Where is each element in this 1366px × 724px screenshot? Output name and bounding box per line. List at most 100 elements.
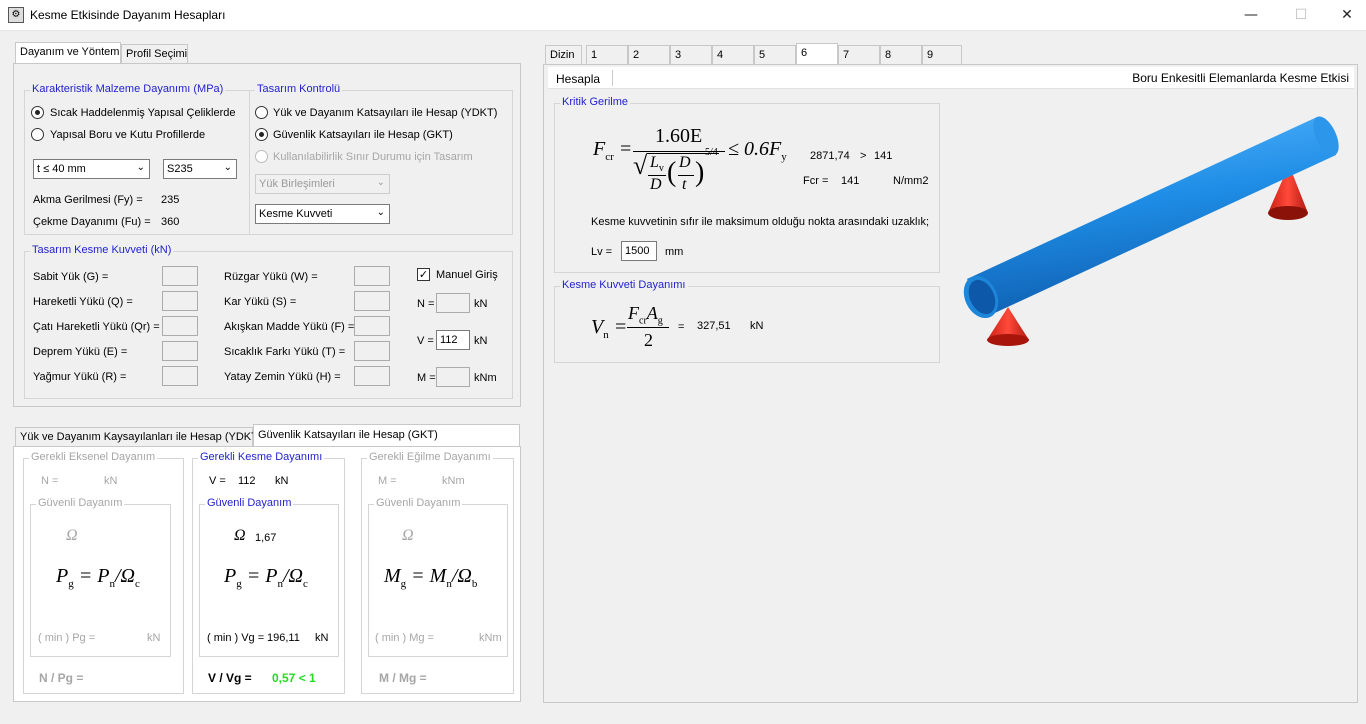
manual-entry-checkbox[interactable]: ✓	[417, 268, 430, 281]
axial-min-unit: kN	[147, 632, 161, 644]
bending-omega-symbol: Ω	[402, 527, 414, 544]
serviceability-radio[interactable]	[255, 150, 268, 163]
load-combination-value: Yük Birleşimleri	[259, 178, 335, 190]
axial-safe-title: Güvenli Dayanım	[36, 497, 125, 509]
tab-profile-select[interactable]: Profil Seçimi	[121, 44, 188, 64]
design-shear-title: Tasarım Kesme Kuvveti (kN)	[30, 244, 174, 256]
minimize-button[interactable]: —	[1228, 0, 1274, 31]
tab-ydkt[interactable]: Yük ve Dayanım Kaysayılanları ile Hesap …	[15, 427, 261, 447]
pipe-box-radio[interactable]	[31, 128, 44, 141]
axial-ratio-label: N / Pg =	[39, 671, 84, 685]
compare-right: 141	[874, 150, 893, 162]
v-label: V =	[417, 335, 434, 347]
calculate-button[interactable]: Hesapla	[556, 72, 600, 86]
live-load-input[interactable]	[162, 291, 198, 311]
gkt-label: Güvenlik Katsayıları ile Hesap (GKT)	[273, 129, 453, 141]
shear-safe-title: Güvenli Dayanım	[205, 497, 294, 509]
shear-strength-unit: kN	[750, 320, 764, 332]
fu-label: Çekme Dayanımı (Fu) =	[33, 216, 151, 228]
close-button[interactable]: ✕	[1324, 0, 1366, 31]
chevron-down-icon: ⌄	[223, 162, 232, 173]
tab-1[interactable]: 1	[586, 45, 628, 64]
bending-safe-title: Güvenli Dayanım	[374, 497, 463, 509]
bending-ratio-label: M / Mg =	[379, 671, 427, 685]
lateral-earth-load-label: Yatay Zemin Yükü (H) =	[224, 371, 341, 383]
hot-rolled-radio[interactable]	[31, 106, 44, 119]
chevron-down-icon: ⌄	[376, 207, 385, 218]
temperature-load-input[interactable]	[354, 341, 390, 361]
wind-load-input[interactable]	[354, 266, 390, 286]
hot-rolled-label: Sıcak Haddelenmiş Yapısal Çeliklerde	[50, 107, 236, 119]
tab-strength-method[interactable]: Dayanım ve Yöntem	[15, 42, 121, 64]
shear-omega-value: 1,67	[255, 532, 277, 544]
m-label: M =	[417, 372, 436, 384]
bending-m-unit: kNm	[442, 475, 465, 487]
rain-load-input[interactable]	[162, 366, 198, 386]
toolbar-divider	[612, 70, 613, 86]
lv-note: Kesme kuvvetinin sıfır ile maksimum oldu…	[591, 216, 930, 228]
roof-live-load-input[interactable]	[162, 316, 198, 336]
dead-load-label: Sabit Yük (G) =	[33, 271, 109, 283]
gkt-radio[interactable]	[255, 128, 268, 141]
thickness-select[interactable]: t ≤ 40 mm ⌄	[33, 159, 150, 179]
tab-2[interactable]: 2	[628, 45, 670, 64]
axial-omega-symbol: Ω	[66, 527, 78, 544]
snow-load-label: Kar Yükü (S) =	[224, 296, 297, 308]
tab-6[interactable]: 6	[796, 43, 838, 65]
rain-load-label: Yağmur Yükü (R) =	[33, 371, 127, 383]
lv-input[interactable]: 1500	[621, 241, 657, 261]
maximize-button[interactable]: ☐	[1278, 0, 1324, 31]
chevron-down-icon: ⌄	[136, 162, 145, 173]
fcr-label: Fcr =	[803, 175, 829, 187]
m-input[interactable]	[436, 367, 470, 387]
steel-grade-select[interactable]: S235 ⌄	[163, 159, 237, 179]
shear-strength-value: 327,51	[697, 320, 731, 332]
shear-v-label: V =	[209, 475, 226, 487]
material-group-title: Karakteristik Malzeme Dayanımı (MPa)	[30, 83, 226, 95]
tab-8[interactable]: 8	[880, 45, 922, 64]
axial-group-title: Gerekli Eksenel Dayanım	[29, 451, 158, 463]
force-type-value: Kesme Kuvveti	[259, 208, 333, 220]
earthquake-load-label: Deprem Yükü (E) =	[33, 346, 128, 358]
dead-load-input[interactable]	[162, 266, 198, 286]
panel-heading: Boru Enkesitli Elemanlarda Kesme Etkisi	[1132, 71, 1349, 85]
thickness-value: t ≤ 40 mm	[37, 163, 86, 175]
tab-4[interactable]: 4	[712, 45, 754, 64]
n-input[interactable]	[436, 293, 470, 313]
live-load-label: Hareketli Yükü (Q) =	[33, 296, 133, 308]
window-title: Kesme Etkisinde Dayanım Hesapları	[30, 8, 226, 22]
tab-5[interactable]: 5	[754, 45, 796, 64]
shear-ratio-label: V / Vg =	[208, 671, 252, 685]
shear-effect-panel: Hesapla Boru Enkesitli Elemanlarda Kesme…	[543, 64, 1358, 703]
ydkt-label: Yük ve Dayanım Katsayıları ile Hesap (YD…	[273, 107, 498, 119]
shear-v-value: 112	[238, 475, 256, 487]
wind-load-label: Rüzgar Yükü (W) =	[224, 271, 318, 283]
tab-index[interactable]: Dizin	[545, 45, 582, 64]
axial-formula: Pg = Pn/Ωc	[56, 565, 140, 590]
load-combination-select[interactable]: Yük Birleşimleri ⌄	[255, 174, 390, 194]
steel-grade-value: S235	[167, 163, 193, 175]
bending-min-label: ( min ) Mg =	[375, 632, 434, 644]
tab-7[interactable]: 7	[838, 45, 880, 64]
lateral-earth-load-input[interactable]	[354, 366, 390, 386]
v-unit: kN	[474, 335, 488, 347]
bending-group-title: Gerekli Eğilme Dayanımı	[367, 451, 493, 463]
fy-label: Akma Gerilmesi (Fy) =	[33, 194, 143, 206]
axial-n-unit: kN	[104, 475, 118, 487]
snow-load-input[interactable]	[354, 291, 390, 311]
pipe-box-label: Yapısal Boru ve Kutu Profillerde	[50, 129, 206, 141]
design-control-title: Tasarım Kontrolü	[255, 83, 343, 95]
fcr-value: 141	[841, 175, 860, 187]
ydkt-radio[interactable]	[255, 106, 268, 119]
fluid-load-input[interactable]	[354, 316, 390, 336]
tab-3[interactable]: 3	[670, 45, 712, 64]
n-label: N =	[417, 298, 435, 310]
tab-gkt[interactable]: Güvenlik Katsayıları ile Hesap (GKT)	[253, 424, 520, 447]
tab-9[interactable]: 9	[922, 45, 962, 64]
v-input[interactable]: 112	[436, 330, 470, 350]
shear-strength-title: Kesme Kuvveti Dayanımı	[560, 279, 688, 291]
force-type-select[interactable]: Kesme Kuvveti ⌄	[255, 204, 390, 224]
shear-min-label: ( min ) Vg =	[207, 632, 265, 644]
earthquake-load-input[interactable]	[162, 341, 198, 361]
shear-omega-symbol: Ω	[234, 527, 246, 544]
